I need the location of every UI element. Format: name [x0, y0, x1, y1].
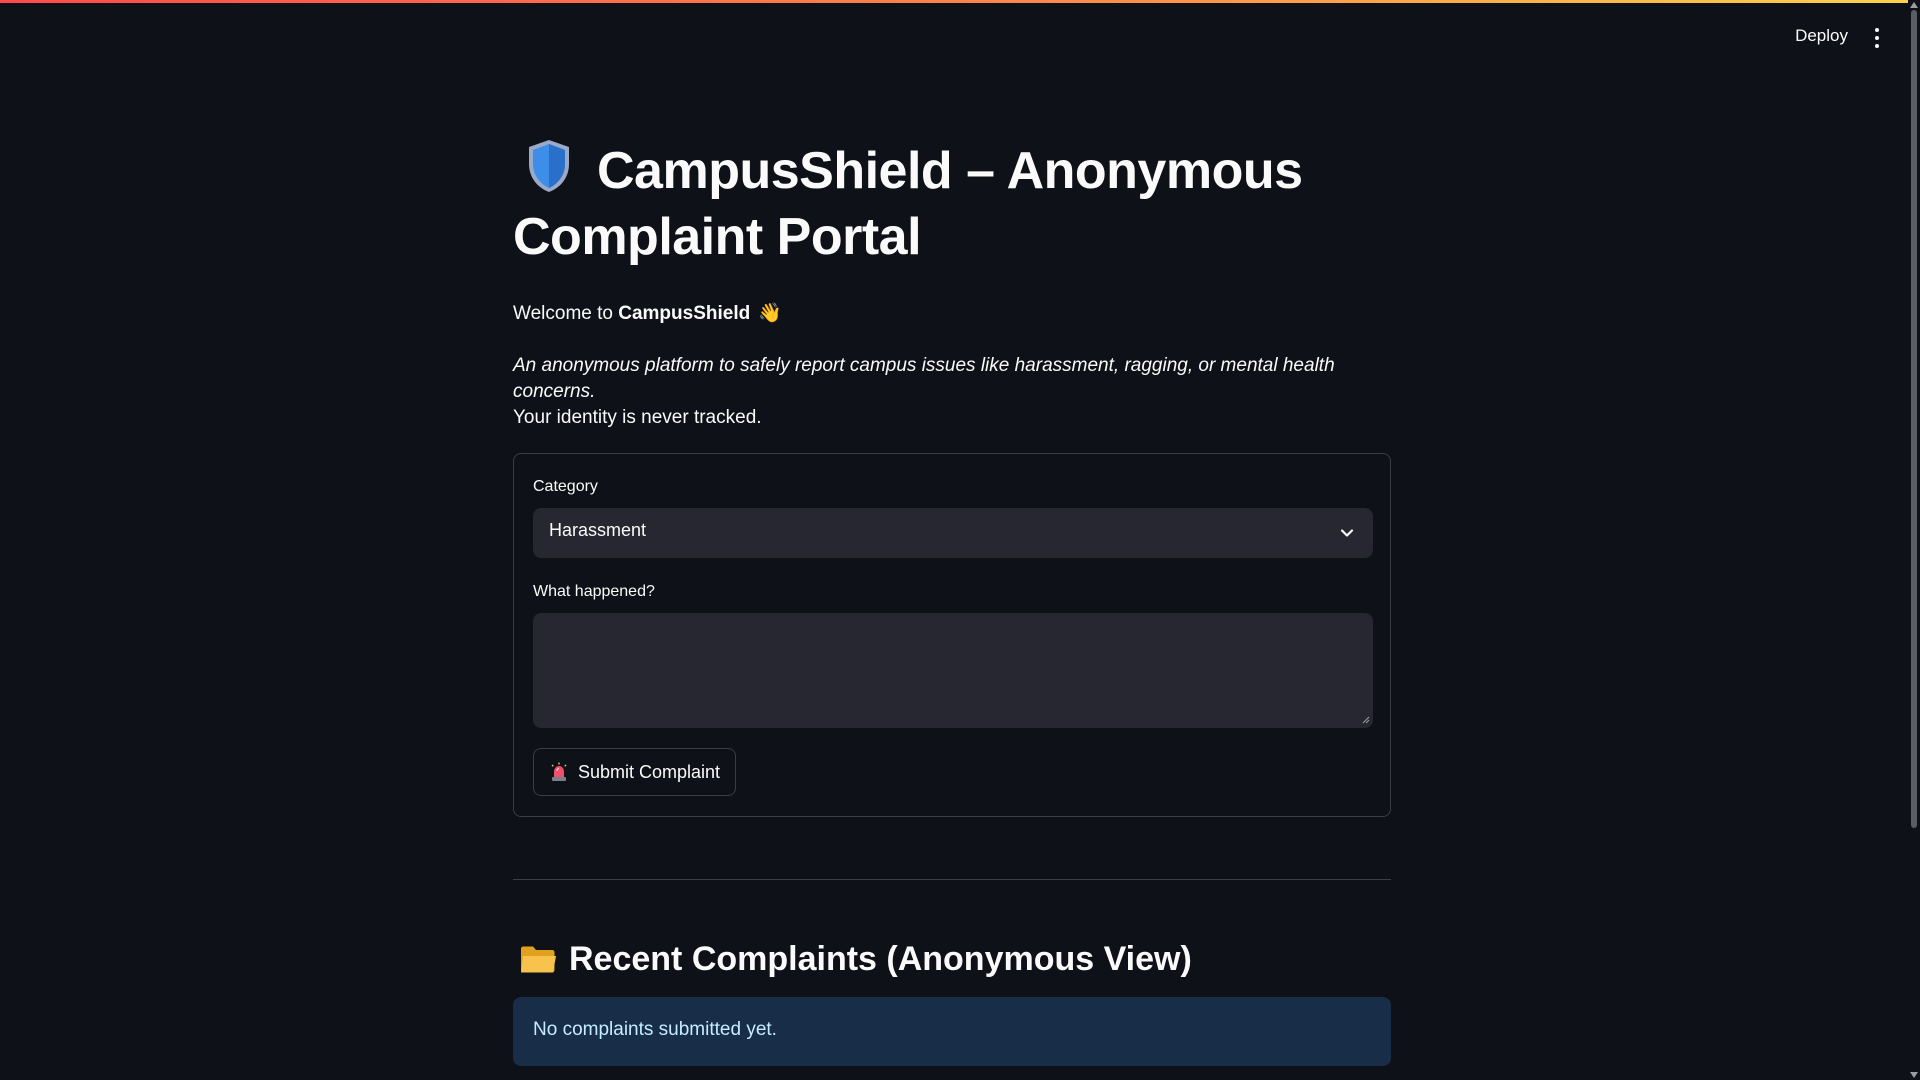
resize-grip-icon[interactable] — [1360, 714, 1370, 724]
category-label: Category — [533, 478, 598, 495]
tagline-text: An anonymous platform to safely report c… — [513, 355, 1335, 402]
waving-hand-icon: 👋 — [758, 303, 782, 324]
section-divider — [513, 879, 1391, 880]
page-title-text: CampusShield – Anonymous Complaint Porta… — [513, 142, 1303, 266]
recent-complaints-heading: Recent Complaints (Anonymous View) — [519, 938, 1192, 980]
submit-complaint-label: Submit Complaint — [578, 761, 721, 782]
complaint-form: Category Harassment What happened? Submi… — [513, 453, 1391, 817]
kebab-menu-icon[interactable] — [1870, 27, 1884, 49]
siren-icon — [551, 762, 567, 781]
scrollbar-thumb[interactable] — [1911, 10, 1917, 828]
shield-icon — [529, 140, 569, 192]
main-content: CampusShield – Anonymous Complaint Porta… — [513, 138, 1393, 1066]
welcome-text: Welcome to CampusShield 👋 — [513, 301, 782, 327]
scroll-up-arrow-icon[interactable] — [1910, 2, 1918, 8]
scrollbar[interactable] — [1908, 0, 1920, 1080]
welcome-prefix: Welcome to — [513, 303, 619, 324]
what-happened-label: What happened? — [533, 583, 655, 600]
folder-icon — [521, 946, 556, 973]
recent-complaints-title: Recent Complaints (Anonymous View) — [569, 940, 1192, 978]
submit-complaint-button[interactable]: Submit Complaint — [533, 748, 737, 796]
chevron-down-icon — [1340, 529, 1354, 537]
category-selected-value: Harassment — [549, 520, 647, 540]
what-happened-textarea[interactable] — [533, 613, 1373, 728]
page-title: CampusShield – Anonymous Complaint Porta… — [513, 138, 1393, 270]
deploy-button[interactable]: Deploy — [1795, 26, 1848, 46]
app-header: Deploy — [0, 0, 1920, 74]
scroll-down-arrow-icon[interactable] — [1910, 1072, 1918, 1078]
category-select[interactable]: Harassment — [533, 508, 1373, 558]
welcome-brand: CampusShield — [618, 303, 751, 324]
identity-note: Your identity is never tracked. — [513, 407, 762, 428]
empty-complaints-info: No complaints submitted yet. — [513, 997, 1391, 1066]
